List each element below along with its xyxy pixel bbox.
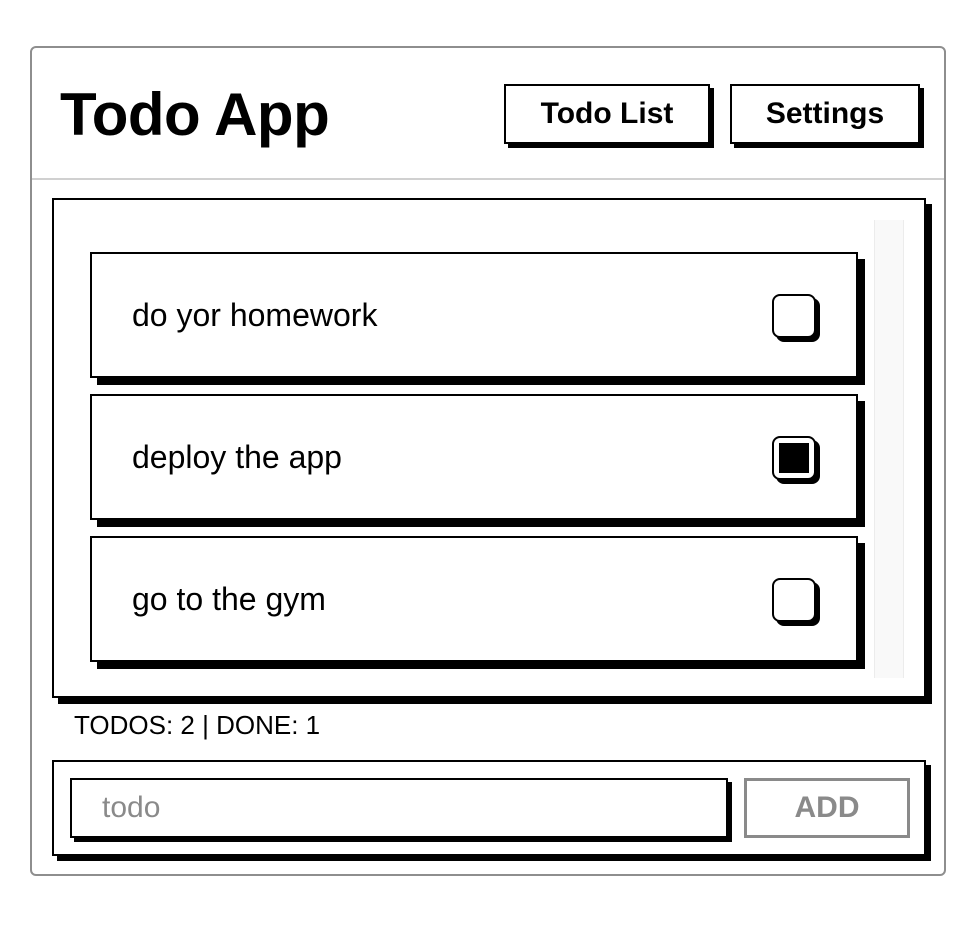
checkbox-empty-icon[interactable] — [772, 294, 816, 338]
checkbox-empty-icon[interactable] — [772, 578, 816, 622]
list-item: deploy the app — [90, 394, 858, 520]
add-todo-form: ADD — [52, 760, 926, 856]
check-mark — [779, 443, 809, 473]
checkbox-filled-icon[interactable] — [772, 436, 816, 480]
todo-text: do yor homework — [132, 297, 378, 333]
todo-list-panel: do yor homework deploy the app go to the… — [52, 198, 926, 698]
todo-input[interactable] — [70, 778, 728, 838]
todo-text: go to the gym — [132, 581, 326, 617]
todo-text: deploy the app — [132, 439, 342, 475]
scrollbar-track[interactable] — [874, 220, 904, 678]
todo-stats: TODOS: 2 | DONE: 1 — [74, 710, 321, 740]
page-title: Todo App — [60, 81, 330, 148]
app-header: Todo App Todo List Settings — [32, 48, 944, 180]
todo-list-button[interactable]: Todo List — [504, 84, 710, 144]
add-button[interactable]: ADD — [744, 778, 910, 838]
app-window: Todo App Todo List Settings do yor homew… — [30, 46, 946, 876]
settings-button[interactable]: Settings — [730, 84, 920, 144]
list-item: do yor homework — [90, 252, 858, 378]
list-item: go to the gym — [90, 536, 858, 662]
